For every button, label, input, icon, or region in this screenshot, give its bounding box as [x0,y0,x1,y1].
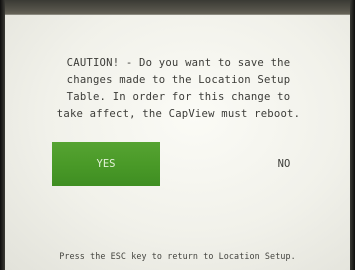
caution-message: CAUTION! - Do you want to save the chang… [13,55,344,123]
message-line: take affect, the CapView must reboot. [56,108,301,120]
message-line: changes made to the Location Setup [66,74,291,86]
device-bezel-right [350,0,355,270]
yes-button-label: YES [96,158,116,170]
device-photo: CAUTION! - Do you want to save the chang… [0,0,355,270]
no-button-label: NO [277,158,291,170]
display-screen: CAUTION! - Do you want to save the chang… [5,14,350,270]
yes-button[interactable]: YES [52,142,160,186]
message-line: CAUTION! - Do you want to save the [66,57,291,69]
message-line: Table. In order for this change to [66,91,291,103]
footer-hint: Press the ESC key to return to Location … [59,251,296,261]
no-button[interactable]: NO [230,142,338,186]
